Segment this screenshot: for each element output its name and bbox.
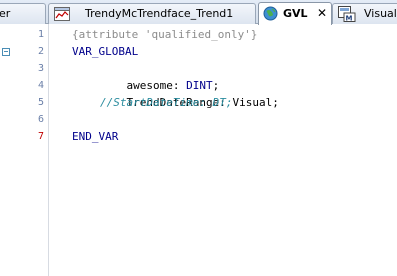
trend-icon [54, 7, 70, 21]
globe-icon [263, 6, 278, 21]
type-name: Visual [232, 96, 273, 109]
code-line-awesome[interactable]: awesome: DINT; [100, 60, 220, 92]
code-line-end-var[interactable]: END_VAR [72, 128, 118, 145]
gvl-editor-window: er TrendyMcTrendface_Trend1 GVL ✕ M Visu… [0, 0, 397, 276]
statement-end: ; [272, 96, 279, 109]
tab-gvl[interactable]: GVL ✕ [258, 2, 332, 25]
line-number-gutter: 1 2 3 4 5 6 7 [0, 24, 48, 276]
tab-label: TrendyMcTrendface_Trend1 [85, 7, 234, 20]
editor-tab-bar: er TrendyMcTrendface_Trend1 GVL ✕ M Visu… [0, 0, 397, 25]
close-icon[interactable]: ✕ [317, 6, 327, 20]
line-number: 2 [37, 46, 44, 57]
line-number: 3 [37, 63, 44, 74]
svg-text:M: M [346, 15, 353, 23]
line-number: 6 [37, 114, 44, 125]
tab-trendymctrendface-trend1[interactable]: TrendyMcTrendface_Trend1 [48, 3, 256, 24]
line-number: 4 [37, 80, 44, 91]
tab-label: er [0, 7, 11, 20]
code-line-trenddaterange[interactable]: TrendDateRange: Visual; [100, 77, 279, 109]
tab-partial-left[interactable]: er [0, 3, 46, 24]
line-number: 1 [37, 29, 44, 40]
code-line-attribute[interactable]: {attribute 'qualified_only'} [72, 26, 257, 43]
line-number: 5 [37, 97, 44, 108]
tab-label: GVL [283, 7, 308, 20]
code-line-comment[interactable]: //StartDateTime: DT; [100, 94, 232, 111]
visualization-icon: M [338, 6, 356, 22]
gutter-divider [48, 24, 49, 276]
tab-label: Visual.V [364, 7, 397, 20]
tab-visual[interactable]: M Visual.V [332, 3, 397, 24]
collapse-icon[interactable] [2, 48, 10, 56]
line-number-modified: 7 [37, 131, 44, 142]
code-line-var-global[interactable]: VAR_GLOBAL [72, 43, 138, 60]
